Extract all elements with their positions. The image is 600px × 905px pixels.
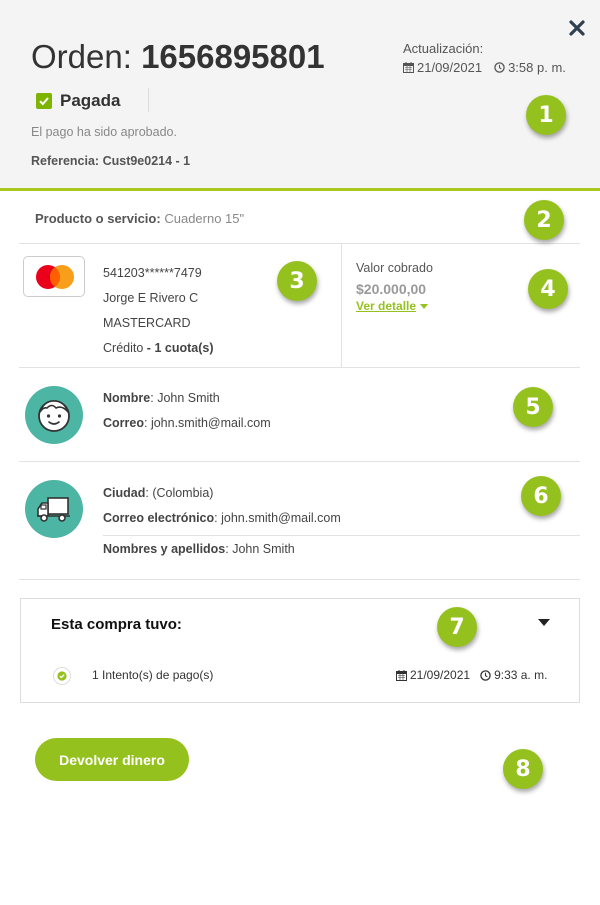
step-badge-6: 6 xyxy=(521,476,561,516)
divider xyxy=(19,243,580,244)
customer-email-label: Correo xyxy=(103,416,144,430)
reference-value: Cust9e0214 - 1 xyxy=(102,154,191,168)
update-date: 21/09/2021 xyxy=(417,60,483,75)
step-badge-5: 5 xyxy=(513,387,553,427)
reference-label: Referencia: xyxy=(31,154,100,168)
reference: Referencia: Cust9e0214 - 1 xyxy=(31,154,190,168)
status-message: El pago ha sido aprobado. xyxy=(31,125,177,139)
product-value: Cuaderno 15" xyxy=(164,211,245,226)
customer-email: Correo: john.smith@mail.com xyxy=(103,416,271,430)
update-datetime: 21/09/2021 3:58 p. m. xyxy=(403,60,566,75)
shipping-email-value: john.smith@mail.com xyxy=(221,511,341,525)
customer-name-value: John Smith xyxy=(157,391,220,405)
shipping-city-value: (Colombia) xyxy=(152,486,214,500)
mastercard-logo-icon xyxy=(23,256,85,297)
order-label: Orden: xyxy=(31,38,132,75)
update-time: 3:58 p. m. xyxy=(508,60,566,75)
amount-label: Valor cobrado xyxy=(356,261,433,275)
card-installments: 1 cuota(s) xyxy=(154,341,214,355)
customer-email-value: john.smith@mail.com xyxy=(150,416,271,430)
customer-avatar-icon xyxy=(25,386,83,444)
calendar-icon xyxy=(396,669,407,681)
order-number: 1656895801 xyxy=(141,38,325,75)
shipping-fullname-label: Nombres y apellidos xyxy=(103,542,226,556)
status-text: Pagada xyxy=(60,91,121,110)
shipping-city-label: Ciudad xyxy=(103,486,146,500)
checkbox-checked-icon xyxy=(36,93,52,109)
order-title: Orden: 1656895801 xyxy=(31,38,325,76)
card-type: Crédito xyxy=(103,341,144,355)
amount-value: $20.000,00 xyxy=(356,281,427,297)
clock-icon xyxy=(494,62,505,73)
attempts-title: Esta compra tuvo: xyxy=(51,616,182,633)
customer-name: Nombre: John Smith xyxy=(103,391,220,405)
step-badge-1: 1 xyxy=(526,95,566,135)
card-holder: Jorge E Rivero C xyxy=(103,291,199,305)
divider xyxy=(19,367,580,368)
product-info: Producto o servicio: Cuaderno 15" xyxy=(35,211,245,226)
order-header: Orden: 1656895801 Actualización: 21/09/2… xyxy=(0,0,600,191)
card-payment-type: Crédito - 1 cuota(s) xyxy=(103,341,214,355)
card-info: 541203******7479 Jorge E Rivero C MASTER… xyxy=(103,261,213,361)
card-number: 541203******7479 xyxy=(103,266,202,280)
caret-down-icon[interactable] xyxy=(538,619,550,626)
divider xyxy=(341,244,342,368)
divider xyxy=(103,535,580,536)
step-badge-2: 2 xyxy=(524,200,564,240)
attempt-datetime: 21/09/2021 9:33 a. m. xyxy=(396,668,547,682)
clock-icon xyxy=(480,669,491,681)
product-label: Producto o servicio xyxy=(35,211,157,226)
status-badge: Pagada xyxy=(36,91,120,111)
step-badge-3: 3 xyxy=(277,261,317,301)
check-circle-icon xyxy=(53,667,71,685)
view-detail-label: Ver detalle xyxy=(356,299,417,313)
shipping-email: Correo electrónico: john.smith@mail.com xyxy=(103,511,341,525)
step-badge-7: 7 xyxy=(437,607,477,647)
view-detail-link[interactable]: Ver detalle xyxy=(356,299,429,313)
divider xyxy=(148,88,149,112)
shipping-email-label: Correo electrónico xyxy=(103,511,215,525)
attempt-text: 1 Intento(s) de pago(s) xyxy=(92,668,214,682)
step-badge-8: 8 xyxy=(503,749,543,789)
calendar-icon xyxy=(403,62,414,73)
shipping-fullname: Nombres y apellidos: John Smith xyxy=(103,542,295,556)
refund-button[interactable]: Devolver dinero xyxy=(35,738,189,781)
customer-name-label: Nombre xyxy=(103,391,151,405)
payment-attempts-panel: Esta compra tuvo: 1 Intento(s) de pago(s… xyxy=(20,598,580,703)
card-brand: MASTERCARD xyxy=(103,316,191,330)
divider xyxy=(19,579,580,580)
update-label: Actualización: xyxy=(403,41,484,56)
shipping-fullname-value: John Smith xyxy=(232,542,295,556)
attempt-date: 21/09/2021 xyxy=(410,668,471,682)
caret-down-icon xyxy=(420,303,429,309)
attempt-time: 9:33 a. m. xyxy=(494,668,548,682)
divider xyxy=(19,461,580,462)
close-icon[interactable] xyxy=(568,19,586,37)
delivery-truck-icon xyxy=(25,480,83,538)
shipping-city: Ciudad: (Colombia) xyxy=(103,486,214,500)
step-badge-4: 4 xyxy=(528,269,568,309)
